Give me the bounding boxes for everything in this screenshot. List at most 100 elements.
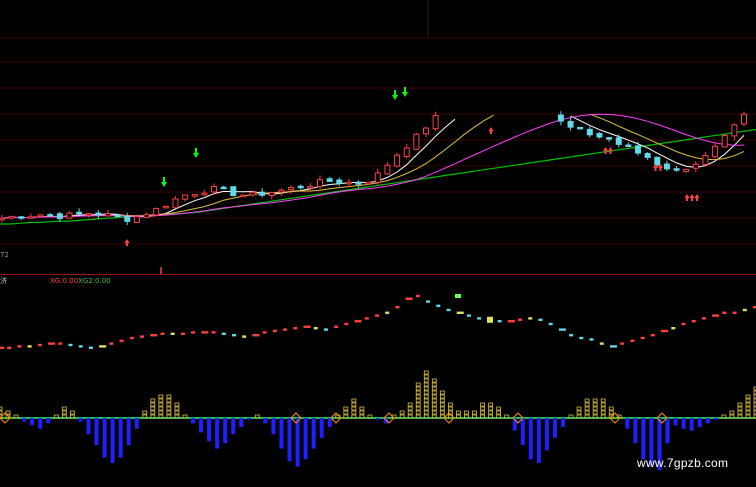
oscillator-bar-down [102, 418, 107, 458]
oscillator-bar-up [472, 410, 477, 415]
secondary-segment [671, 327, 676, 330]
secondary-segment [681, 322, 686, 326]
oscillator-bar-up [174, 402, 180, 407]
secondary-segment [405, 297, 413, 300]
secondary-segment [283, 328, 288, 331]
oscillator-bar-down [327, 418, 332, 427]
candle-body [345, 181, 352, 185]
candle-body [702, 155, 709, 165]
candle-body [654, 156, 661, 166]
candle-body [586, 128, 593, 136]
secondary-segment [395, 306, 400, 309]
candle-body [8, 215, 15, 219]
oscillator-bar-up [584, 402, 590, 407]
oscillator-bar-up [359, 410, 365, 415]
secondary-segment [313, 327, 318, 330]
candle-body [297, 185, 304, 189]
oscillator-bar-down [633, 418, 638, 444]
oscillator-bar-down [22, 418, 27, 422]
oscillator-bar-up [456, 410, 461, 415]
secondary-segment [558, 328, 566, 331]
oscillator-bar-up [584, 406, 590, 411]
oscillator-bar-up [399, 410, 405, 415]
oscillator-bar-down [46, 418, 51, 424]
secondary-segment [477, 317, 482, 320]
candle-body [105, 213, 111, 217]
secondary-segment [27, 345, 32, 348]
secondary-segment [150, 334, 158, 337]
secondary-segment [538, 318, 543, 321]
candle-body [37, 214, 44, 217]
stock-chart[interactable] [0, 0, 756, 487]
secondary-segment [221, 332, 226, 335]
oscillator-bar-down [681, 418, 686, 429]
secondary-segment [160, 332, 165, 335]
candle-body [259, 191, 266, 196]
oscillator-bar-up [431, 410, 437, 415]
candle-body [191, 194, 198, 197]
candle-body [663, 163, 670, 170]
secondary-segment [180, 332, 185, 335]
oscillator-bar-up [431, 406, 437, 411]
oscillator-bar-up [592, 402, 598, 407]
oscillator-bar-up [576, 406, 582, 411]
oscillator-bar-up [439, 410, 445, 415]
secondary-segment [140, 335, 145, 338]
secondary-segment [211, 331, 216, 334]
secondary-segment [119, 339, 124, 342]
secondary-segment [415, 294, 420, 298]
secondary-segment [293, 327, 298, 330]
candlesticks [0, 111, 747, 226]
secondary-segment [569, 334, 574, 337]
secondary-segment [589, 338, 594, 341]
candle-body [683, 168, 690, 172]
secondary-segment [354, 320, 362, 323]
secondary-segment [0, 346, 4, 349]
candle-body [326, 178, 333, 182]
oscillator-bar-up [158, 406, 164, 411]
oscillator-bar-up [142, 410, 148, 415]
oscillator-bar-up [61, 406, 67, 411]
oscillator-bar-down [263, 418, 268, 424]
oscillator-bar-up [174, 410, 180, 415]
oscillator-bar-down [552, 418, 557, 438]
oscillator-bar-up [423, 374, 429, 379]
secondary-segment [252, 334, 260, 337]
oscillator-bar-down [697, 418, 702, 427]
secondary-segment [323, 328, 328, 331]
secondary-segment [456, 311, 464, 314]
oscillator-bar-down [689, 418, 694, 431]
oscillator-bar-up [584, 398, 590, 403]
oscillator-bar-down [223, 418, 228, 444]
candle-body [162, 205, 169, 209]
candle-body [114, 214, 121, 218]
buy-arrow-icon [193, 148, 199, 158]
candle-body [288, 186, 295, 191]
oscillator-bar-up [745, 398, 751, 403]
oscillator-bar-down [311, 418, 316, 449]
candle-body [403, 147, 410, 157]
oscillator-bar-up [166, 406, 172, 411]
oscillator-bar-up [5, 410, 11, 415]
xg2-value-label: XG2:0.00 [78, 277, 111, 285]
candle-body [182, 194, 189, 200]
secondary-segment [334, 325, 339, 328]
candle-body [239, 194, 246, 198]
secondary-highlight [455, 294, 461, 298]
sell-marker-icon [488, 127, 494, 134]
oscillator-bar-down [536, 418, 541, 463]
oscillator-bar-up [158, 394, 164, 399]
oscillator-bar-up [496, 410, 502, 415]
oscillator-bar-up [343, 406, 349, 411]
secondary-segment [701, 317, 706, 320]
oscillator-bar-up [423, 402, 429, 407]
candle-body [365, 181, 372, 185]
oscillator-bar-up [150, 406, 156, 411]
candle-body [56, 213, 63, 219]
oscillator-bar-down [271, 418, 276, 435]
secondary-segment [650, 334, 655, 337]
secondary-segment [722, 311, 727, 314]
secondary-segment [712, 314, 720, 317]
secondary-segment [620, 342, 625, 345]
oscillator-bar-down [110, 418, 115, 463]
